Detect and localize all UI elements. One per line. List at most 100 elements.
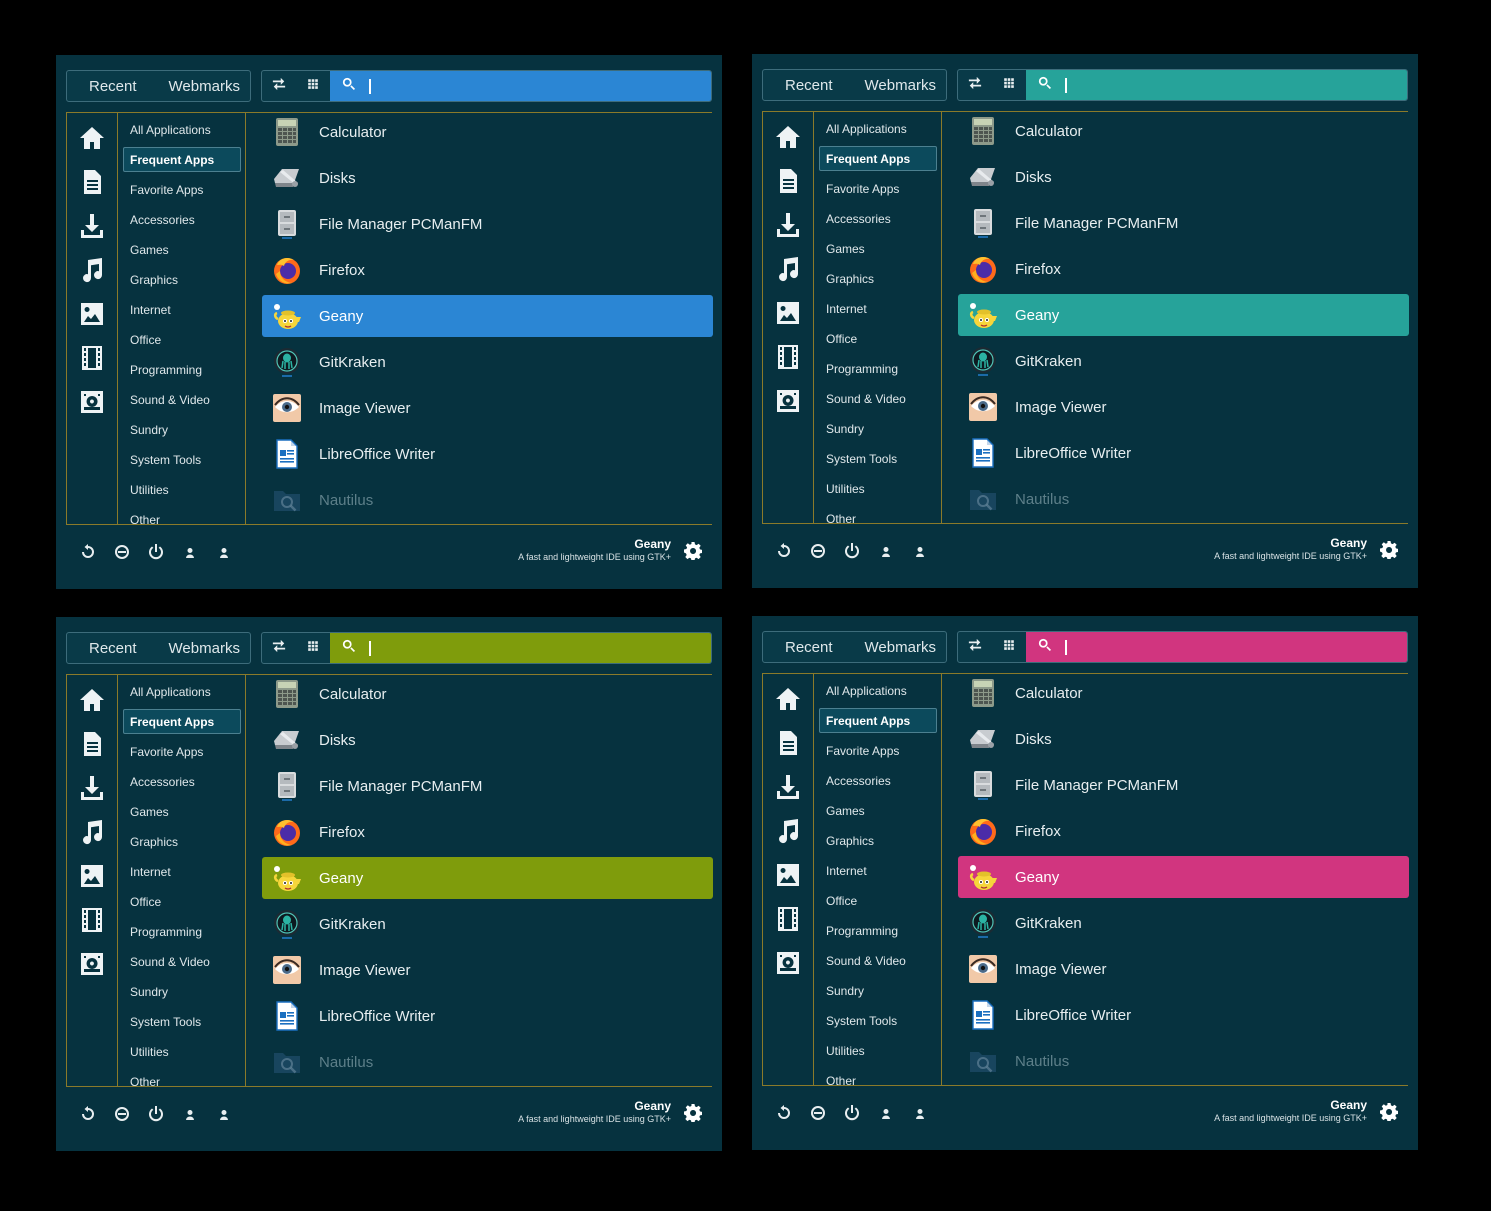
user-switch-button[interactable] <box>912 543 928 559</box>
place-drive-button[interactable] <box>774 387 802 415</box>
tab-recent[interactable]: Recent <box>763 632 855 662</box>
place-document-button[interactable] <box>78 730 106 758</box>
app-item[interactable]: Geany <box>958 294 1409 336</box>
category-item[interactable]: System Tools <box>123 1009 241 1034</box>
swap-view-button[interactable] <box>262 633 296 663</box>
grid-view-button[interactable] <box>992 632 1026 662</box>
place-picture-button[interactable] <box>774 299 802 327</box>
app-item[interactable]: Firefox <box>262 811 713 853</box>
category-item[interactable]: Games <box>123 799 241 824</box>
user-button[interactable] <box>182 1106 198 1122</box>
app-item[interactable]: File Manager PCManFM <box>262 203 713 245</box>
place-music-button[interactable] <box>78 256 106 284</box>
category-item[interactable]: Programming <box>819 356 937 381</box>
category-item[interactable]: Accessories <box>819 768 937 793</box>
place-download-button[interactable] <box>78 774 106 802</box>
app-item[interactable]: Firefox <box>958 248 1409 290</box>
app-item[interactable]: Nautilus <box>262 1041 713 1083</box>
category-item[interactable]: All Applications <box>819 116 937 141</box>
app-item[interactable]: File Manager PCManFM <box>262 765 713 807</box>
category-item[interactable]: Games <box>819 798 937 823</box>
category-item[interactable]: Favorite Apps <box>123 177 241 202</box>
app-item[interactable]: Image Viewer <box>958 948 1409 990</box>
category-item[interactable]: Internet <box>123 297 241 322</box>
search-input[interactable] <box>330 633 711 663</box>
category-item[interactable]: Games <box>123 237 241 262</box>
category-item[interactable]: Sound & Video <box>819 386 937 411</box>
category-item[interactable]: Sound & Video <box>819 948 937 973</box>
app-item[interactable]: Calculator <box>262 113 713 153</box>
grid-view-button[interactable] <box>296 71 330 101</box>
settings-button[interactable] <box>1380 1103 1399 1122</box>
power-button[interactable] <box>148 1106 164 1122</box>
app-item[interactable]: LibreOffice Writer <box>958 994 1409 1036</box>
category-item[interactable]: System Tools <box>123 447 241 472</box>
category-item[interactable]: Office <box>123 327 241 352</box>
category-item[interactable]: Favorite Apps <box>819 176 937 201</box>
place-home-button[interactable] <box>774 123 802 151</box>
settings-button[interactable] <box>1380 541 1399 560</box>
swap-view-button[interactable] <box>262 71 296 101</box>
user-switch-button[interactable] <box>216 544 232 560</box>
app-item[interactable]: Disks <box>262 719 713 761</box>
user-button[interactable] <box>878 543 894 559</box>
category-item[interactable]: Frequent Apps <box>819 708 937 733</box>
swap-view-button[interactable] <box>958 632 992 662</box>
app-item[interactable]: Image Viewer <box>958 386 1409 428</box>
category-item[interactable]: Accessories <box>123 769 241 794</box>
user-button[interactable] <box>878 1105 894 1121</box>
logout-button[interactable] <box>810 1105 826 1121</box>
category-item[interactable]: Sound & Video <box>123 949 241 974</box>
place-video-button[interactable] <box>78 906 106 934</box>
category-item[interactable]: Sundry <box>819 978 937 1003</box>
app-item[interactable]: LibreOffice Writer <box>958 432 1409 474</box>
logout-button[interactable] <box>810 543 826 559</box>
place-drive-button[interactable] <box>78 388 106 416</box>
category-item[interactable]: Utilities <box>123 1039 241 1064</box>
category-item[interactable]: Frequent Apps <box>123 709 241 734</box>
category-item[interactable]: Other <box>819 1068 937 1086</box>
category-item[interactable]: Accessories <box>123 207 241 232</box>
app-item[interactable]: Calculator <box>262 675 713 715</box>
search-input[interactable] <box>1026 632 1407 662</box>
settings-button[interactable] <box>684 1104 703 1123</box>
category-item[interactable]: Internet <box>819 296 937 321</box>
category-item[interactable]: Programming <box>123 357 241 382</box>
settings-button[interactable] <box>684 542 703 561</box>
app-item[interactable]: Image Viewer <box>262 387 713 429</box>
power-button[interactable] <box>148 544 164 560</box>
category-item[interactable]: Internet <box>819 858 937 883</box>
category-item[interactable]: Other <box>123 1069 241 1087</box>
place-music-button[interactable] <box>774 817 802 845</box>
category-item[interactable]: Graphics <box>123 267 241 292</box>
tab-webmarks[interactable]: Webmarks <box>159 71 251 101</box>
app-item[interactable]: GitKraken <box>958 340 1409 382</box>
app-item[interactable]: Nautilus <box>958 1040 1409 1082</box>
restart-button[interactable] <box>80 544 96 560</box>
grid-view-button[interactable] <box>992 70 1026 100</box>
category-item[interactable]: Utilities <box>123 477 241 502</box>
app-item[interactable]: Firefox <box>958 810 1409 852</box>
app-item[interactable]: Disks <box>958 156 1409 198</box>
place-download-button[interactable] <box>78 212 106 240</box>
place-video-button[interactable] <box>774 343 802 371</box>
place-drive-button[interactable] <box>774 949 802 977</box>
tab-webmarks[interactable]: Webmarks <box>855 70 947 100</box>
category-item[interactable]: Office <box>819 888 937 913</box>
app-item[interactable]: Nautilus <box>958 478 1409 520</box>
category-item[interactable]: Graphics <box>123 829 241 854</box>
category-item[interactable]: Internet <box>123 859 241 884</box>
place-video-button[interactable] <box>774 905 802 933</box>
logout-button[interactable] <box>114 544 130 560</box>
app-item[interactable]: File Manager PCManFM <box>958 202 1409 244</box>
category-item[interactable]: Graphics <box>819 266 937 291</box>
category-item[interactable]: Sundry <box>123 417 241 442</box>
app-item[interactable]: Disks <box>262 157 713 199</box>
category-item[interactable]: Utilities <box>819 476 937 501</box>
app-item[interactable]: Geany <box>262 295 713 337</box>
restart-button[interactable] <box>80 1106 96 1122</box>
logout-button[interactable] <box>114 1106 130 1122</box>
category-item[interactable]: Other <box>819 506 937 524</box>
tab-webmarks[interactable]: Webmarks <box>855 632 947 662</box>
swap-view-button[interactable] <box>958 70 992 100</box>
